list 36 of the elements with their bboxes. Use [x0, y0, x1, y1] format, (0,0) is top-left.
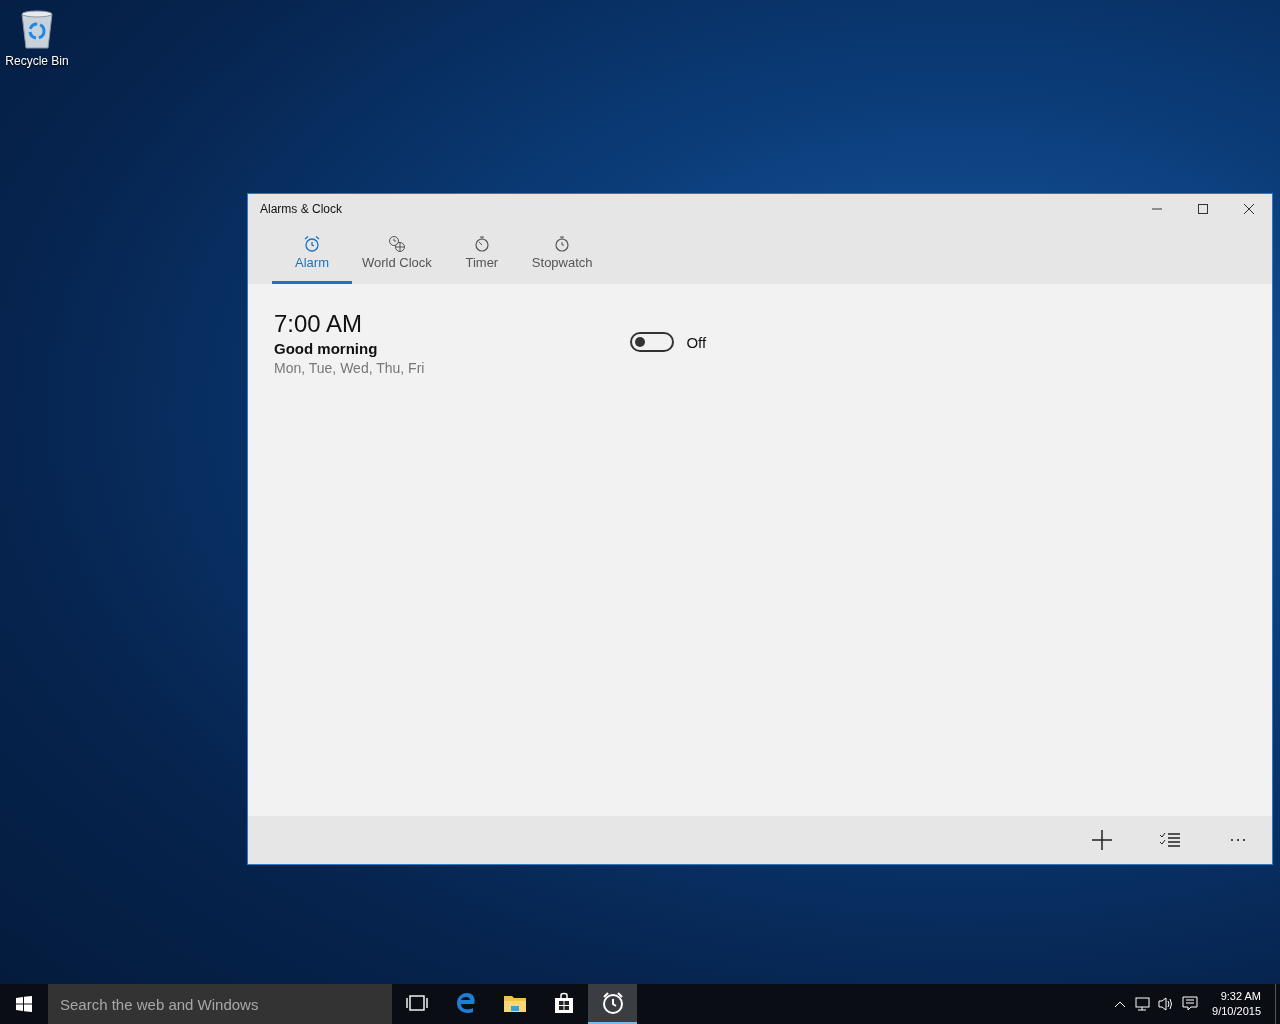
maximize-icon [1198, 204, 1208, 214]
alarm-time[interactable]: 7:00 AM [274, 308, 425, 340]
checklist-icon [1159, 832, 1181, 848]
desktop-icon[interactable]: Recycle Bin [4, 8, 70, 68]
clock-icon [600, 991, 625, 1015]
alarm-clock-icon [303, 235, 321, 253]
alarm-name: Good morning [274, 340, 379, 357]
clock-globe-icon [387, 235, 406, 253]
alarm-days: Mon, Tue, Wed, Thu, Fri [274, 360, 425, 376]
tab[interactable]: Timer [441, 224, 522, 284]
letter-e-icon [454, 992, 477, 1014]
desktop-icon-label: Recycle Bin [5, 54, 69, 68]
timer-icon [472, 235, 491, 253]
network-icon[interactable] [1134, 996, 1151, 1012]
plus-icon [1092, 830, 1112, 850]
close-icon [1244, 204, 1254, 214]
search-field[interactable]: Search the web and Windows [48, 984, 392, 1024]
tab[interactable]: World Clock [352, 224, 442, 284]
windows-logo-icon [16, 996, 32, 1012]
more-icon [1230, 838, 1246, 842]
clock-date: 9/10/2015 [1212, 1004, 1261, 1019]
chevron-up-icon[interactable] [1114, 1000, 1127, 1008]
shopping-bag-icon [553, 992, 574, 1014]
toggle-label: Off [686, 333, 707, 351]
toggle-switch[interactable] [630, 332, 675, 352]
tab[interactable]: Alarm [272, 224, 352, 284]
folder-icon [503, 994, 526, 1012]
message-icon[interactable] [1182, 996, 1199, 1012]
tab[interactable]: Stopwatch [521, 224, 603, 284]
window-title: Alarms & Clock [259, 202, 342, 216]
taskbar-app-button[interactable] [588, 984, 637, 1024]
taskbar-clock[interactable]: 9:32 AM 9/10/2015 [1206, 989, 1267, 1019]
clock-time: 9:32 AM [1220, 989, 1261, 1004]
stopwatch-icon [553, 235, 572, 253]
task-view-icon [405, 995, 428, 1011]
speaker-icon[interactable] [1158, 996, 1175, 1012]
